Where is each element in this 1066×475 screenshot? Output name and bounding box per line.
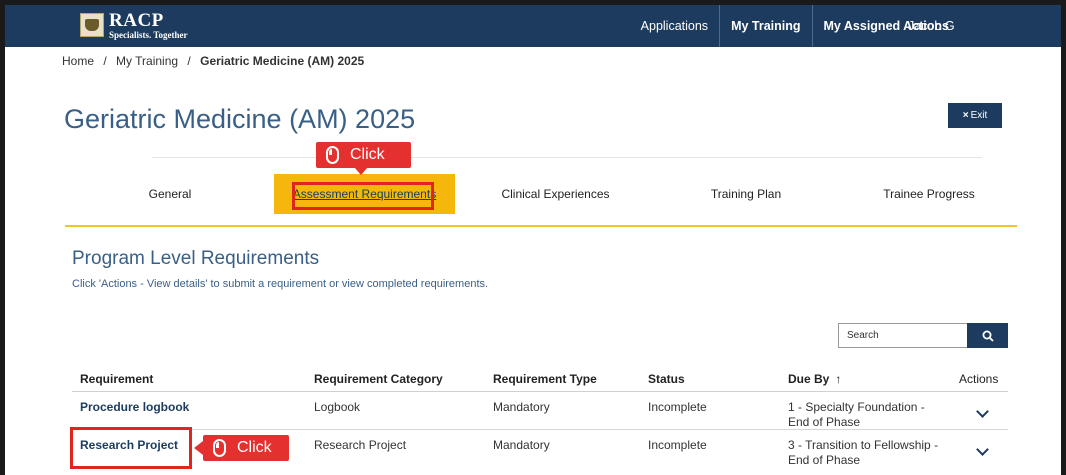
nav-applications[interactable]: Applications	[630, 5, 719, 47]
logo-main-text: RACP	[109, 9, 164, 31]
row-due-line2: End of Phase	[788, 453, 861, 467]
tab-bar: General Assessment Requirements Clinical…	[65, 174, 1017, 214]
column-header-requirement[interactable]: Requirement	[80, 372, 153, 386]
racp-logo[interactable]: RACP Specialists. Together	[80, 9, 188, 41]
row-status: Incomplete	[648, 400, 707, 414]
breadcrumb-current: Geriatric Medicine (AM) 2025	[200, 54, 365, 68]
mouse-icon	[213, 439, 226, 457]
click-callout-label: Click	[237, 439, 272, 456]
breadcrumb-separator: /	[103, 54, 107, 68]
column-header-type[interactable]: Requirement Type	[493, 372, 597, 386]
logo-tagline: Specialists. Together	[109, 29, 188, 40]
row-due-line2: End of Phase	[788, 415, 861, 429]
click-callout-row: Click	[194, 435, 289, 461]
tab-trainee-progress[interactable]: Trainee Progress	[841, 174, 1017, 214]
table-row-divider	[72, 429, 1008, 430]
close-icon: ×	[962, 110, 969, 121]
row-category: Research Project	[314, 438, 407, 452]
tab-clinical-experiences[interactable]: Clinical Experiences	[460, 174, 651, 214]
row-type: Mandatory	[493, 438, 550, 452]
click-callout-label: Click	[350, 146, 385, 163]
mouse-icon	[326, 146, 339, 164]
section-title: Program Level Requirements	[72, 248, 320, 269]
sort-ascending-icon: ↑	[835, 372, 842, 386]
breadcrumb-separator: /	[187, 54, 191, 68]
row-requirement-link[interactable]: Procedure logbook	[80, 400, 189, 415]
column-header-status[interactable]: Status	[648, 372, 685, 386]
nav-my-training[interactable]: My Training	[719, 5, 811, 47]
column-header-actions: Actions	[959, 372, 999, 386]
highlight-box-tab	[292, 182, 434, 210]
divider	[152, 157, 982, 158]
exit-label: Exit	[970, 110, 988, 121]
nav-user-menu[interactable]: Jacob G	[908, 5, 955, 47]
page-title: Geriatric Medicine (AM) 2025	[64, 104, 416, 134]
table-header-divider	[72, 391, 1008, 392]
section-subtitle: Click 'Actions - View details' to submit…	[72, 278, 489, 290]
exit-button[interactable]: × Exit	[948, 103, 1002, 128]
breadcrumb-my-training[interactable]: My Training	[116, 54, 178, 68]
click-callout-tab: Click	[316, 142, 411, 175]
search-icon	[982, 330, 994, 342]
tab-general[interactable]: General	[65, 174, 275, 214]
top-navbar: RACP Specialists. Together Applications …	[5, 5, 1061, 47]
search-button[interactable]	[967, 323, 1008, 348]
breadcrumb: Home / My Training / Geriatric Medicine …	[62, 54, 364, 68]
row-status: Incomplete	[648, 438, 707, 452]
row-due-line1: 1 - Specialty Foundation -	[788, 400, 925, 414]
row-due-line1: 3 - Transition to Fellowship -	[788, 438, 939, 452]
row-type: Mandatory	[493, 400, 550, 414]
tab-underline	[65, 225, 1017, 227]
breadcrumb-home[interactable]: Home	[62, 54, 94, 68]
tab-training-plan[interactable]: Training Plan	[651, 174, 841, 214]
highlight-box-research-project	[70, 427, 192, 469]
column-header-category[interactable]: Requirement Category	[314, 372, 443, 386]
column-header-due-by[interactable]: Due By ↑	[788, 372, 841, 386]
row-category: Logbook	[314, 400, 361, 414]
search-input[interactable]	[838, 323, 969, 348]
crest-icon	[80, 13, 104, 37]
